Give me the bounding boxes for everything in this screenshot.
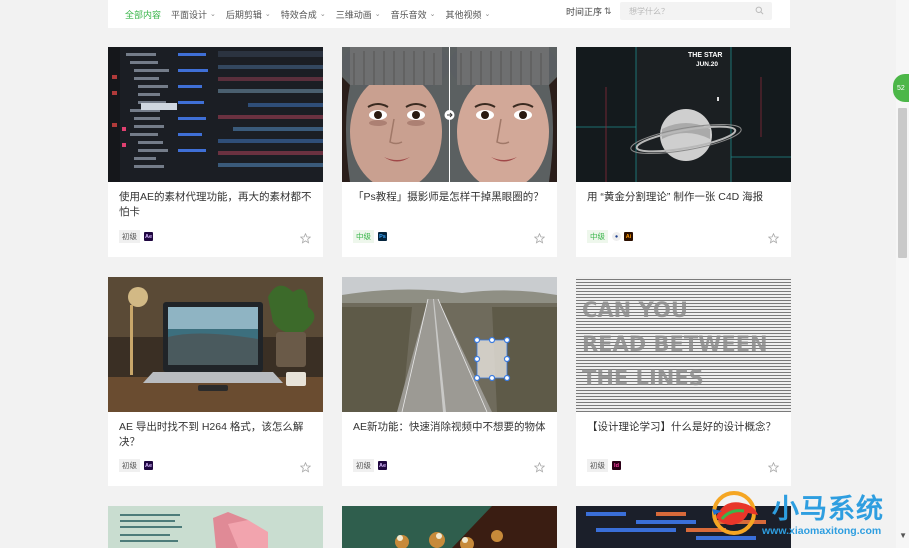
card-title[interactable]: AE 导出时找不到 H264 格式，该怎么解决？: [108, 412, 323, 459]
course-card[interactable]: [108, 506, 323, 548]
filter-3d-animation[interactable]: 三维动画 ⌄: [336, 8, 381, 21]
star-poster-date: JUN.20: [696, 61, 718, 68]
card-thumbnail[interactable]: [108, 506, 323, 548]
scrollbar-thumb[interactable]: [898, 108, 907, 258]
filter-other-video[interactable]: 其他视频 ⌄: [445, 8, 490, 21]
card-thumbnail[interactable]: [108, 47, 323, 182]
filter-label: 三维动画: [335, 9, 372, 20]
chevron-down-icon: ⌄: [319, 11, 326, 18]
watermark-url: www.xiaomaxitong.com: [762, 525, 882, 537]
course-card[interactable]: 「Ps教程」摄影师是怎样干掉黑眼圈的？ 中级 Ps: [342, 47, 557, 257]
watermark-title: 小马系统: [772, 494, 884, 525]
photoshop-icon: Ps: [378, 232, 387, 241]
level-badge: 初级: [353, 459, 374, 472]
favorite-star-icon[interactable]: [300, 462, 311, 473]
after-effects-icon: Ae: [144, 232, 153, 241]
sort-toggle[interactable]: 时间正序 ⇅: [566, 5, 612, 18]
filter-label: 特效合成: [280, 9, 317, 20]
card-thumbnail[interactable]: [342, 47, 557, 182]
card-thumbnail[interactable]: [342, 506, 557, 548]
search-input[interactable]: [629, 6, 749, 16]
level-badge: 中级: [587, 230, 608, 243]
after-effects-icon: Ae: [378, 461, 387, 470]
horse-logo-icon: [712, 491, 758, 535]
side-float-badge[interactable]: 52: [893, 74, 909, 102]
chevron-down-icon: ⌄: [429, 11, 436, 18]
filter-label: 平面设计: [171, 9, 208, 20]
level-badge: 初级: [119, 230, 140, 243]
chevron-down-icon: ⌄: [374, 11, 381, 18]
watermark: 小马系统 www.xiaomaxitong.com: [708, 487, 908, 547]
card-thumbnail[interactable]: THE STAR JUN.20: [576, 47, 791, 182]
course-card[interactable]: [342, 506, 557, 548]
thumb-line-2: READ BETWEEN: [582, 332, 768, 356]
card-thumbnail[interactable]: [108, 277, 323, 412]
course-card[interactable]: CAN YOU READ BETWEEN THE LINES 【设计理论学习】什…: [576, 277, 791, 486]
chevron-down-icon: ⌄: [210, 11, 216, 18]
sort-arrows-icon: ⇅: [604, 6, 612, 16]
cinema4d-icon: ●: [612, 232, 621, 241]
course-card[interactable]: AE新功能：快速消除视频中不想要的物体 初级 Ae: [342, 277, 557, 486]
filter-all[interactable]: 全部内容: [125, 8, 161, 21]
after-effects-icon: Ae: [144, 461, 153, 470]
card-meta: 初级 Ae: [353, 459, 390, 472]
chevron-down-icon: ⌄: [264, 11, 271, 18]
filter-label: 其他视频: [445, 9, 482, 20]
indesign-icon: Id: [612, 461, 621, 470]
card-title[interactable]: 【设计理论学习】什么是好的设计概念？: [576, 412, 791, 459]
favorite-star-icon[interactable]: [768, 233, 779, 244]
card-thumbnail[interactable]: CAN YOU READ BETWEEN THE LINES: [576, 277, 791, 412]
favorite-star-icon[interactable]: [534, 233, 545, 244]
filter-graphic-design[interactable]: 平面设计 ⌄: [171, 8, 216, 21]
card-meta: 初级 Id: [587, 459, 624, 472]
filter-bar: 全部内容 平面设计 ⌄ 后期剪辑 ⌄ 特效合成 ⌄ 三维动画 ⌄ 音乐音效 ⌄ 其他视频 ⌄…: [108, 0, 790, 28]
course-card[interactable]: THE STAR JUN.20 用 “黄金分割理论” 制作一张 C4D 海报 中…: [576, 47, 791, 257]
filter-label: 后期剪辑: [225, 9, 262, 20]
search-icon[interactable]: [755, 6, 764, 15]
card-meta: 初级 Ae: [119, 459, 156, 472]
filter-post-editing[interactable]: 后期剪辑 ⌄: [226, 8, 271, 21]
card-meta: 中级 ● Ai: [587, 230, 636, 243]
level-badge: 初级: [119, 459, 140, 472]
chevron-down-icon: ⌄: [484, 11, 491, 18]
card-title[interactable]: 「Ps教程」摄影师是怎样干掉黑眼圈的？: [342, 182, 557, 229]
search-box: [620, 2, 772, 20]
card-title[interactable]: AE新功能：快速消除视频中不想要的物体: [342, 412, 557, 459]
side-badge-text: 52: [897, 84, 905, 92]
filter-vfx[interactable]: 特效合成 ⌄: [281, 8, 326, 21]
favorite-star-icon[interactable]: [534, 462, 545, 473]
favorite-star-icon[interactable]: [768, 462, 779, 473]
level-badge: 初级: [587, 459, 608, 472]
thumb-line-3: THE LINES: [582, 366, 704, 390]
sort-label: 时间正序: [566, 7, 603, 17]
filter-music-sfx[interactable]: 音乐音效 ⌄: [391, 8, 436, 21]
filter-all-label: 全部内容: [125, 9, 162, 20]
illustrator-icon: Ai: [624, 232, 633, 241]
card-meta: 中级 Ps: [353, 230, 390, 243]
star-poster-title: THE STAR: [688, 52, 722, 59]
course-card[interactable]: 使用AE的素材代理功能，再大的素材都不怕卡 初级 Ae: [108, 47, 323, 257]
level-badge: 中级: [353, 230, 374, 243]
card-title[interactable]: 使用AE的素材代理功能，再大的素材都不怕卡: [108, 182, 323, 229]
course-card[interactable]: AE 导出时找不到 H264 格式，该怎么解决？ 初级 Ae: [108, 277, 323, 486]
card-thumbnail[interactable]: [342, 277, 557, 412]
card-title[interactable]: 用 “黄金分割理论” 制作一张 C4D 海报: [576, 182, 791, 229]
favorite-star-icon[interactable]: [300, 233, 311, 244]
card-meta: 初级 Ae: [119, 230, 156, 243]
filter-label: 音乐音效: [390, 9, 427, 20]
thumb-line-1: CAN YOU: [582, 298, 688, 322]
